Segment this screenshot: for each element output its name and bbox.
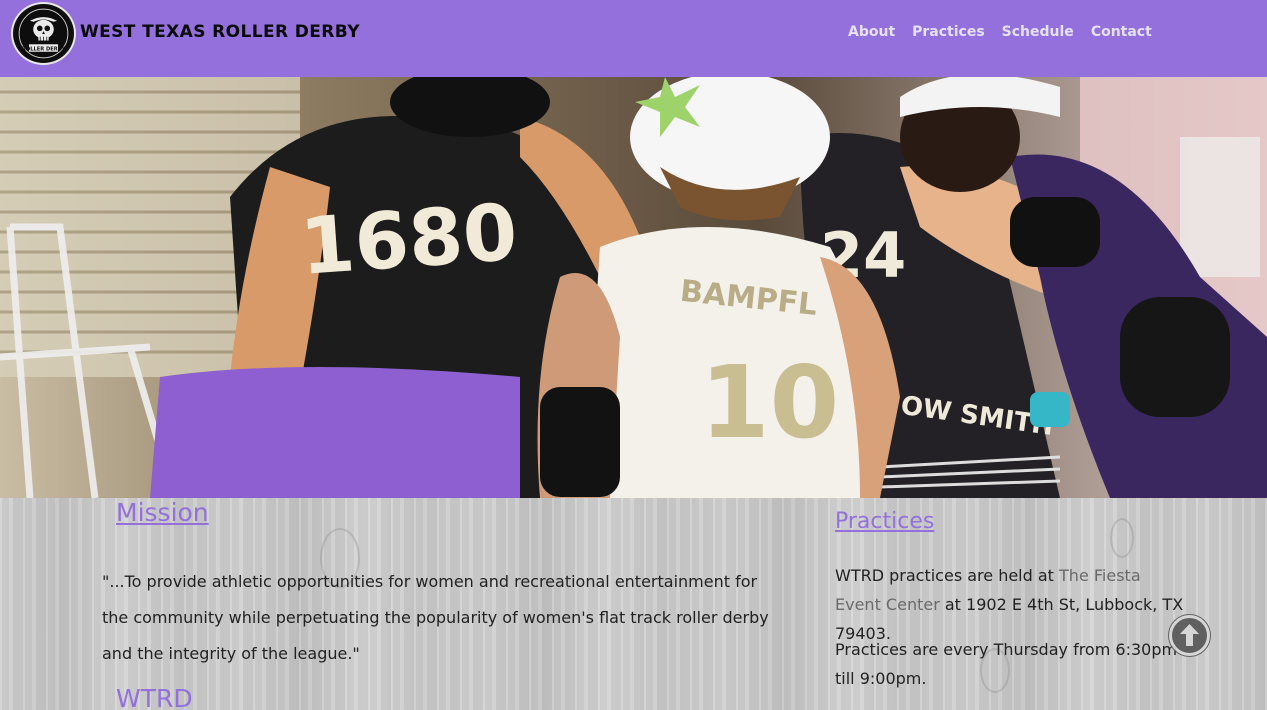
mission-heading[interactable]: Mission — [116, 498, 209, 527]
hero-image: 1680 24 OW SMITH BAMPFL 10 — [0, 77, 1267, 498]
main-nav: About Practices Schedule Contact — [848, 24, 1169, 40]
svg-text:1680: 1680 — [297, 188, 520, 293]
content-area: Mission "...To provide athletic opportun… — [0, 498, 1267, 710]
svg-text:ROLLER DERBY: ROLLER DERBY — [22, 46, 66, 52]
site-header: ROLLER DERBY West Texas Roller Derby Abo… — [0, 0, 1267, 77]
nav-schedule[interactable]: Schedule — [1002, 24, 1074, 40]
skull-logo-icon[interactable]: ROLLER DERBY — [11, 2, 76, 65]
roller-derby-photo: 1680 24 OW SMITH BAMPFL 10 — [0, 77, 1267, 498]
mission-text: "...To provide athletic opportunities fo… — [102, 572, 769, 663]
nav-about[interactable]: About — [848, 24, 895, 40]
site-title[interactable]: West Texas Roller Derby — [80, 22, 360, 42]
wtrd-heading: WTRD — [116, 684, 193, 710]
practices-location-prefix: WTRD practices are held at — [835, 566, 1060, 585]
nav-practices[interactable]: Practices — [912, 24, 985, 40]
wood-knot — [1110, 518, 1134, 558]
scroll-to-top-button[interactable] — [1168, 614, 1211, 657]
nav-contact[interactable]: Contact — [1091, 24, 1152, 40]
practices-schedule-text: Practices are every Thursday from 6:30pm… — [835, 640, 1178, 688]
svg-text:10: 10 — [700, 344, 839, 461]
practices-heading[interactable]: Practices — [835, 509, 934, 534]
arrow-up-circle-icon — [1169, 615, 1210, 656]
